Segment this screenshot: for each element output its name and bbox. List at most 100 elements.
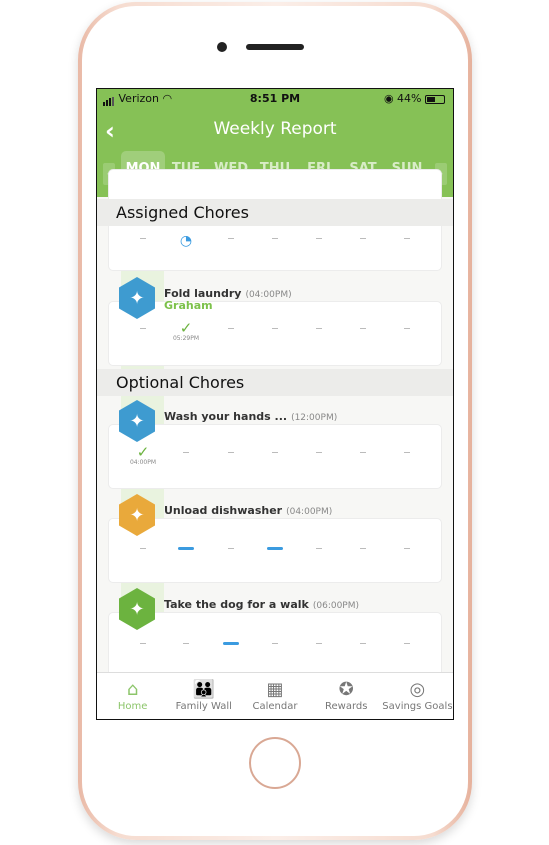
nav-label: Home bbox=[117, 701, 148, 712]
nav-rewards[interactable]: ✪ Rewards bbox=[311, 673, 382, 719]
not-due-dash bbox=[404, 451, 410, 453]
day-status[interactable] bbox=[341, 323, 385, 334]
chore-time: (04:00PM) bbox=[286, 507, 333, 517]
day-status[interactable] bbox=[385, 638, 429, 649]
day-status[interactable] bbox=[164, 638, 208, 649]
day-status[interactable] bbox=[121, 233, 165, 244]
chore-title: Wash your hands ... (12:00PM) bbox=[164, 410, 338, 423]
not-due-dash bbox=[140, 237, 146, 239]
not-due-dash bbox=[316, 547, 322, 549]
day-status[interactable] bbox=[253, 638, 297, 649]
day-status[interactable] bbox=[341, 447, 385, 458]
not-due-dash bbox=[316, 237, 322, 239]
day-status[interactable] bbox=[297, 638, 341, 649]
day-status[interactable] bbox=[209, 638, 253, 649]
day-status[interactable] bbox=[385, 543, 429, 554]
section-header-assigned: Assigned Chores bbox=[97, 199, 453, 226]
not-due-dash bbox=[404, 327, 410, 329]
camera bbox=[217, 42, 227, 52]
screen: Verizon ◠ 8:51 PM ◉ 44% ‹ Weekly Report … bbox=[96, 88, 454, 720]
chore-time: (04:00PM) bbox=[245, 290, 292, 300]
page-title: Weekly Report bbox=[213, 119, 337, 139]
nav-calendar[interactable]: ▦ Calendar bbox=[239, 673, 310, 719]
check-icon: ✓ bbox=[179, 319, 193, 337]
chore-title: Take the dog for a walk (06:00PM) bbox=[164, 598, 360, 611]
not-due-dash bbox=[140, 547, 146, 549]
day-status[interactable]: ◔ bbox=[164, 233, 208, 249]
nav-label: Family Wall bbox=[175, 701, 232, 712]
nav-home[interactable]: ⌂ Home bbox=[97, 673, 168, 719]
home-icon: ⌂ bbox=[126, 679, 139, 700]
not-due-dash bbox=[228, 547, 234, 549]
day-status[interactable] bbox=[385, 323, 429, 334]
day-status[interactable] bbox=[341, 543, 385, 554]
not-due-dash bbox=[360, 547, 366, 549]
nav-savings-goals[interactable]: ◎ Savings Goals bbox=[382, 673, 453, 719]
not-due-dash bbox=[404, 237, 410, 239]
day-status[interactable] bbox=[297, 233, 341, 244]
day-status[interactable] bbox=[385, 233, 429, 244]
day-status[interactable] bbox=[297, 543, 341, 554]
pending-bar bbox=[178, 546, 194, 550]
not-due-dash bbox=[228, 451, 234, 453]
not-due-dash bbox=[272, 451, 278, 453]
not-due-dash bbox=[140, 642, 146, 644]
day-status[interactable]: ✓ 04:00PM bbox=[121, 443, 165, 467]
pending-bar bbox=[223, 641, 239, 645]
not-due-dash bbox=[272, 642, 278, 644]
day-status[interactable] bbox=[209, 447, 253, 458]
nav-label: Rewards bbox=[324, 701, 368, 712]
rotation-lock-icon: ◉ bbox=[383, 92, 394, 105]
not-due-dash bbox=[183, 642, 189, 644]
day-status[interactable] bbox=[164, 543, 208, 554]
pending-bar bbox=[267, 546, 283, 550]
not-due-dash bbox=[360, 451, 366, 453]
day-status[interactable] bbox=[341, 233, 385, 244]
day-status[interactable] bbox=[297, 323, 341, 334]
completed-time: 05:29PM bbox=[172, 335, 200, 342]
section-header-optional: Optional Chores bbox=[97, 369, 453, 396]
not-due-dash bbox=[183, 451, 189, 453]
completed-time: 04:00PM bbox=[129, 459, 157, 466]
not-due-dash bbox=[360, 642, 366, 644]
day-status[interactable] bbox=[253, 323, 297, 334]
target-icon: ◎ bbox=[409, 679, 426, 700]
battery-percent: 44% bbox=[397, 92, 422, 105]
clock-icon: ◔ bbox=[179, 233, 193, 249]
not-due-dash bbox=[228, 237, 234, 239]
day-status[interactable] bbox=[121, 323, 165, 334]
day-status[interactable] bbox=[253, 233, 297, 244]
rewards-icon: ✪ bbox=[338, 679, 354, 700]
day-status[interactable] bbox=[209, 323, 253, 334]
battery-icon bbox=[425, 94, 445, 104]
day-status[interactable] bbox=[164, 447, 208, 458]
check-icon: ✓ bbox=[136, 443, 150, 461]
day-status[interactable] bbox=[121, 543, 165, 554]
day-status[interactable] bbox=[253, 543, 297, 554]
day-status[interactable]: ✓ 05:29PM bbox=[164, 319, 208, 343]
day-status[interactable] bbox=[121, 638, 165, 649]
chore-assignee: Graham bbox=[164, 299, 213, 312]
day-status[interactable] bbox=[341, 638, 385, 649]
nav-family-wall[interactable]: 👪 Family Wall bbox=[168, 673, 239, 719]
day-status[interactable] bbox=[253, 447, 297, 458]
day-status[interactable] bbox=[297, 447, 341, 458]
family-icon: 👪 bbox=[192, 679, 216, 700]
not-due-dash bbox=[316, 642, 322, 644]
home-button[interactable] bbox=[249, 737, 301, 789]
not-due-dash bbox=[404, 547, 410, 549]
not-due-dash bbox=[272, 237, 278, 239]
nav-label: Savings Goals bbox=[382, 701, 453, 712]
day-status[interactable] bbox=[209, 543, 253, 554]
chore-time: (06:00PM) bbox=[312, 601, 360, 611]
speaker bbox=[246, 44, 304, 50]
status-bar: Verizon ◠ 8:51 PM ◉ 44% bbox=[97, 91, 453, 107]
not-due-dash bbox=[316, 451, 322, 453]
day-status[interactable] bbox=[385, 447, 429, 458]
day-status[interactable] bbox=[209, 233, 253, 244]
not-due-dash bbox=[316, 327, 322, 329]
not-due-dash bbox=[360, 237, 366, 239]
nav-label: Calendar bbox=[252, 701, 298, 712]
not-due-dash bbox=[272, 327, 278, 329]
bottom-nav: ⌂ Home 👪 Family Wall ▦ Calendar ✪ Rewards ◎ Savin… bbox=[97, 672, 453, 719]
